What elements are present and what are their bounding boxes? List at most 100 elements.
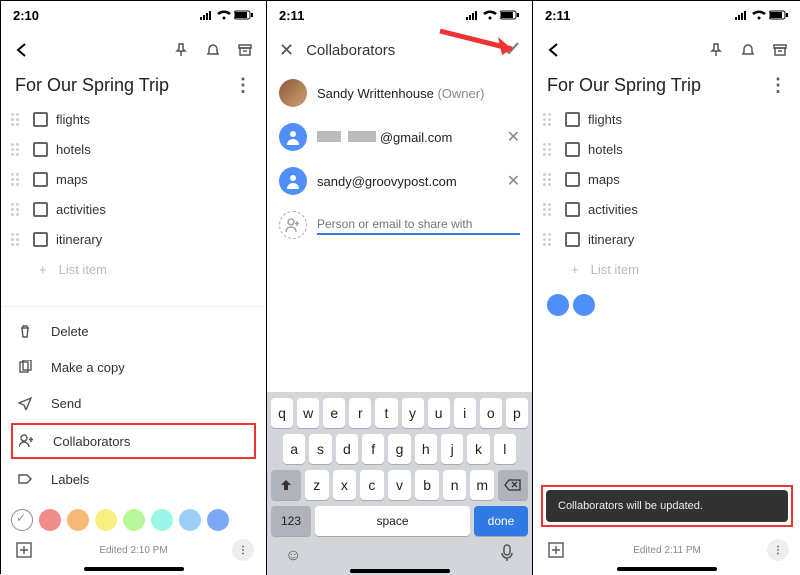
more-menu-icon[interactable]: ⋮ bbox=[767, 539, 789, 561]
key[interactable]: b bbox=[415, 470, 439, 500]
checkbox[interactable] bbox=[565, 232, 580, 247]
key[interactable]: s bbox=[309, 434, 331, 464]
pin-icon[interactable] bbox=[705, 39, 727, 61]
list-item[interactable]: hotels bbox=[11, 134, 256, 164]
key[interactable]: p bbox=[506, 398, 528, 428]
add-box-icon[interactable] bbox=[13, 539, 35, 561]
note-title[interactable]: For Our Spring Trip bbox=[547, 75, 701, 96]
drag-handle-icon[interactable] bbox=[543, 173, 557, 186]
key[interactable]: i bbox=[454, 398, 476, 428]
checkbox[interactable] bbox=[565, 112, 580, 127]
key[interactable]: r bbox=[349, 398, 371, 428]
key[interactable]: a bbox=[283, 434, 305, 464]
key[interactable]: v bbox=[388, 470, 412, 500]
remove-collaborator-icon[interactable]: ✕ bbox=[507, 171, 520, 191]
checkbox[interactable] bbox=[33, 142, 48, 157]
key[interactable]: w bbox=[297, 398, 319, 428]
more-menu-icon[interactable]: ⋮ bbox=[232, 539, 254, 561]
numbers-key[interactable]: 123 bbox=[271, 506, 311, 536]
list-item[interactable]: flights bbox=[543, 104, 791, 134]
checkbox[interactable] bbox=[33, 112, 48, 127]
color-swatch[interactable] bbox=[39, 509, 61, 531]
drag-handle-icon[interactable] bbox=[11, 173, 25, 186]
remove-collaborator-icon[interactable]: ✕ bbox=[507, 127, 520, 147]
archive-icon[interactable] bbox=[769, 39, 791, 61]
key[interactable]: z bbox=[305, 470, 329, 500]
drag-handle-icon[interactable] bbox=[543, 203, 557, 216]
menu-delete[interactable]: Delete bbox=[1, 313, 266, 349]
add-box-icon[interactable] bbox=[545, 539, 567, 561]
key[interactable]: d bbox=[336, 434, 358, 464]
key[interactable]: x bbox=[333, 470, 357, 500]
key[interactable]: y bbox=[402, 398, 424, 428]
list-item[interactable]: itinerary bbox=[543, 224, 791, 254]
mic-key[interactable] bbox=[500, 544, 514, 567]
backspace-key[interactable] bbox=[498, 470, 528, 500]
drag-handle-icon[interactable] bbox=[11, 143, 25, 156]
list-item[interactable]: activities bbox=[543, 194, 791, 224]
close-icon[interactable]: ✕ bbox=[279, 40, 294, 61]
more-icon[interactable]: ⋮ bbox=[769, 75, 787, 96]
checkbox[interactable] bbox=[565, 142, 580, 157]
color-swatch[interactable] bbox=[95, 509, 117, 531]
key[interactable]: f bbox=[362, 434, 384, 464]
key[interactable]: l bbox=[494, 434, 516, 464]
add-list-item[interactable]: +List item bbox=[11, 254, 256, 284]
drag-handle-icon[interactable] bbox=[543, 233, 557, 246]
menu-send[interactable]: Send bbox=[1, 385, 266, 421]
list-item[interactable]: maps bbox=[11, 164, 256, 194]
space-key[interactable]: space bbox=[315, 506, 470, 536]
done-key[interactable]: done bbox=[474, 506, 528, 536]
checkbox[interactable] bbox=[33, 232, 48, 247]
share-input-wrap[interactable] bbox=[317, 215, 520, 235]
key[interactable]: c bbox=[360, 470, 384, 500]
reminder-icon[interactable] bbox=[202, 39, 224, 61]
pin-icon[interactable] bbox=[170, 39, 192, 61]
checkbox[interactable] bbox=[565, 172, 580, 187]
key[interactable]: n bbox=[443, 470, 467, 500]
menu-copy[interactable]: Make a copy bbox=[1, 349, 266, 385]
list-item[interactable]: itinerary bbox=[11, 224, 256, 254]
color-swatch[interactable] bbox=[123, 509, 145, 531]
drag-handle-icon[interactable] bbox=[543, 143, 557, 156]
key[interactable]: t bbox=[375, 398, 397, 428]
menu-collaborators[interactable]: Collaborators bbox=[11, 423, 256, 459]
avatar[interactable] bbox=[547, 294, 569, 316]
key[interactable]: o bbox=[480, 398, 502, 428]
reminder-icon[interactable] bbox=[737, 39, 759, 61]
color-swatch[interactable] bbox=[179, 509, 201, 531]
list-item[interactable]: hotels bbox=[543, 134, 791, 164]
checkbox[interactable] bbox=[33, 172, 48, 187]
shift-key[interactable] bbox=[271, 470, 301, 500]
note-title[interactable]: For Our Spring Trip bbox=[15, 75, 169, 96]
list-item[interactable]: maps bbox=[543, 164, 791, 194]
list-item[interactable]: activities bbox=[11, 194, 256, 224]
menu-labels[interactable]: Labels bbox=[1, 461, 266, 497]
drag-handle-icon[interactable] bbox=[543, 113, 557, 126]
more-icon[interactable]: ⋮ bbox=[234, 75, 252, 96]
key[interactable]: q bbox=[271, 398, 293, 428]
back-button[interactable] bbox=[543, 39, 565, 61]
drag-handle-icon[interactable] bbox=[11, 233, 25, 246]
key[interactable]: h bbox=[415, 434, 437, 464]
add-list-item[interactable]: +List item bbox=[543, 254, 791, 284]
color-swatch[interactable] bbox=[11, 509, 33, 531]
key[interactable]: e bbox=[323, 398, 345, 428]
color-swatch[interactable] bbox=[151, 509, 173, 531]
emoji-key[interactable]: ☺ bbox=[285, 547, 301, 565]
color-swatch[interactable] bbox=[67, 509, 89, 531]
avatar[interactable] bbox=[573, 294, 595, 316]
color-swatch[interactable] bbox=[207, 509, 229, 531]
key[interactable]: g bbox=[388, 434, 410, 464]
archive-icon[interactable] bbox=[234, 39, 256, 61]
drag-handle-icon[interactable] bbox=[11, 113, 25, 126]
back-button[interactable] bbox=[11, 39, 33, 61]
drag-handle-icon[interactable] bbox=[11, 203, 25, 216]
key[interactable]: m bbox=[470, 470, 494, 500]
share-input[interactable] bbox=[317, 217, 520, 231]
checkbox[interactable] bbox=[565, 202, 580, 217]
checkbox[interactable] bbox=[33, 202, 48, 217]
key[interactable]: k bbox=[467, 434, 489, 464]
key[interactable]: u bbox=[428, 398, 450, 428]
list-item[interactable]: flights bbox=[11, 104, 256, 134]
